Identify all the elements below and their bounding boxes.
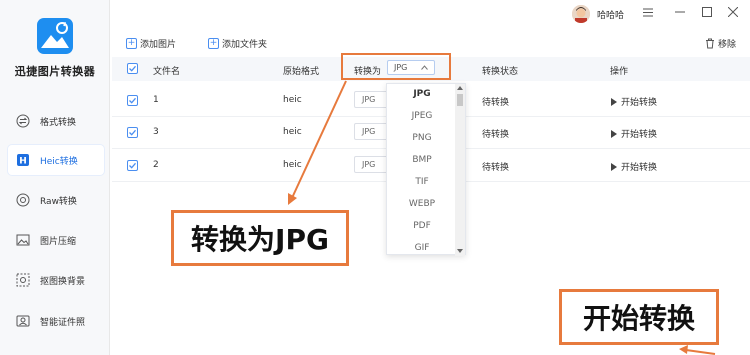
maximize-icon[interactable] bbox=[699, 4, 715, 20]
remove-button[interactable]: 移除 bbox=[705, 36, 736, 50]
row-convert-value: JPG bbox=[362, 160, 376, 169]
menu-icon[interactable] bbox=[640, 4, 656, 20]
id-photo-icon bbox=[16, 314, 30, 328]
sidebar-item-label: Raw转换 bbox=[40, 196, 77, 207]
column-convert-status: 转换状态 bbox=[482, 67, 519, 77]
sidebar-item-image-compress[interactable]: 图片压缩 bbox=[8, 225, 104, 255]
dropdown-option-jpg[interactable]: JPG bbox=[387, 89, 457, 99]
svg-text:H: H bbox=[19, 157, 27, 167]
sidebar-item-label: 格式转换 bbox=[40, 117, 77, 128]
select-all-checkbox[interactable] bbox=[127, 63, 138, 74]
play-icon bbox=[611, 162, 617, 171]
start-convert-button[interactable]: 开始转换 bbox=[611, 127, 657, 140]
image-compress-icon bbox=[16, 233, 30, 247]
add-image-button[interactable]: + 添加图片 bbox=[126, 36, 176, 50]
row-status: 待转换 bbox=[482, 98, 510, 108]
start-convert-button[interactable]: 开始转换 bbox=[611, 160, 657, 173]
dropdown-option-jpeg[interactable]: JPEG bbox=[387, 111, 457, 121]
dropdown-option-png[interactable]: PNG bbox=[387, 133, 457, 143]
column-original-format: 原始格式 bbox=[283, 67, 320, 77]
convert-to-highlight bbox=[341, 53, 451, 80]
minimize-icon[interactable] bbox=[672, 4, 688, 20]
dropdown-option-pdf[interactable]: PDF bbox=[387, 221, 457, 231]
row-convert-select[interactable]: JPG bbox=[354, 91, 388, 108]
row-format: heic bbox=[283, 160, 302, 170]
add-folder-button[interactable]: + 添加文件夹 bbox=[208, 36, 267, 50]
row-convert-value: JPG bbox=[362, 95, 376, 104]
dropdown-option-webp[interactable]: WEBP bbox=[387, 199, 457, 209]
start-convert-label: 开始转换 bbox=[621, 98, 658, 108]
username[interactable]: 哈哈哈 bbox=[597, 8, 624, 21]
add-folder-icon: + bbox=[208, 37, 219, 49]
scroll-up-icon[interactable] bbox=[457, 86, 463, 90]
callout-convert-to-jpg: 转换为JPG bbox=[171, 210, 349, 266]
row-convert-value: JPG bbox=[362, 127, 376, 136]
swap-icon bbox=[16, 114, 30, 128]
start-convert-label: 开始转换 bbox=[621, 163, 658, 173]
row-filename: 1 bbox=[153, 95, 159, 105]
row-format: heic bbox=[283, 95, 302, 105]
start-convert-button[interactable]: 开始转换 bbox=[611, 95, 657, 108]
row-checkbox[interactable] bbox=[127, 127, 138, 138]
sidebar-item-cutout-background[interactable]: 抠图换背景 bbox=[8, 265, 104, 295]
raw-icon bbox=[16, 193, 30, 207]
row-checkbox[interactable] bbox=[127, 160, 138, 171]
play-icon bbox=[611, 97, 617, 106]
sidebar-item-id-photo[interactable]: 智能证件照 bbox=[8, 306, 104, 336]
sidebar-item-label: 智能证件照 bbox=[40, 317, 86, 328]
column-filename: 文件名 bbox=[153, 67, 181, 77]
callout-start-convert: 开始转换 bbox=[559, 289, 719, 345]
column-action: 操作 bbox=[610, 67, 629, 77]
row-filename: 2 bbox=[153, 160, 159, 170]
row-convert-select[interactable]: JPG bbox=[354, 123, 388, 140]
sidebar-item-format-convert[interactable]: 格式转换 bbox=[8, 106, 104, 136]
sidebar: 迅捷图片转换器 格式转换 H Heic转换 Raw转换 图片压缩 抠图换背景 智… bbox=[0, 0, 110, 355]
dropdown-scrollbar[interactable] bbox=[455, 84, 465, 256]
row-status: 待转换 bbox=[482, 163, 510, 173]
sidebar-item-label: Heic转换 bbox=[40, 156, 78, 167]
row-format: heic bbox=[283, 127, 302, 137]
sidebar-item-label: 图片压缩 bbox=[40, 236, 77, 247]
close-icon[interactable] bbox=[725, 4, 741, 20]
app-logo bbox=[37, 18, 73, 54]
remove-label: 移除 bbox=[718, 39, 737, 50]
row-checkbox[interactable] bbox=[127, 95, 138, 106]
scroll-down-icon[interactable] bbox=[457, 249, 463, 253]
avatar[interactable] bbox=[572, 5, 590, 23]
dropdown-option-bmp[interactable]: BMP bbox=[387, 155, 457, 165]
app-title: 迅捷图片转换器 bbox=[14, 65, 96, 78]
dropdown-option-gif[interactable]: GIF bbox=[387, 243, 457, 253]
add-image-label: 添加图片 bbox=[140, 39, 177, 50]
format-dropdown[interactable]: JPG JPEG PNG BMP TIF WEBP PDF GIF bbox=[386, 83, 466, 256]
play-icon bbox=[611, 129, 617, 138]
sidebar-item-label: 抠图换背景 bbox=[40, 276, 86, 287]
sidebar-item-heic-convert[interactable]: H Heic转换 bbox=[8, 145, 104, 175]
dropdown-option-tif[interactable]: TIF bbox=[387, 177, 457, 187]
trash-icon bbox=[705, 38, 715, 49]
row-convert-select[interactable]: JPG bbox=[354, 156, 388, 173]
sidebar-item-raw-convert[interactable]: Raw转换 bbox=[8, 185, 104, 215]
add-image-icon: + bbox=[126, 37, 137, 49]
start-convert-label: 开始转换 bbox=[621, 130, 658, 140]
heic-icon: H bbox=[16, 153, 30, 167]
row-filename: 3 bbox=[153, 127, 159, 137]
scrollbar-thumb[interactable] bbox=[457, 94, 463, 106]
row-status: 待转换 bbox=[482, 130, 510, 140]
add-folder-label: 添加文件夹 bbox=[222, 39, 268, 50]
cutout-icon bbox=[16, 273, 30, 287]
